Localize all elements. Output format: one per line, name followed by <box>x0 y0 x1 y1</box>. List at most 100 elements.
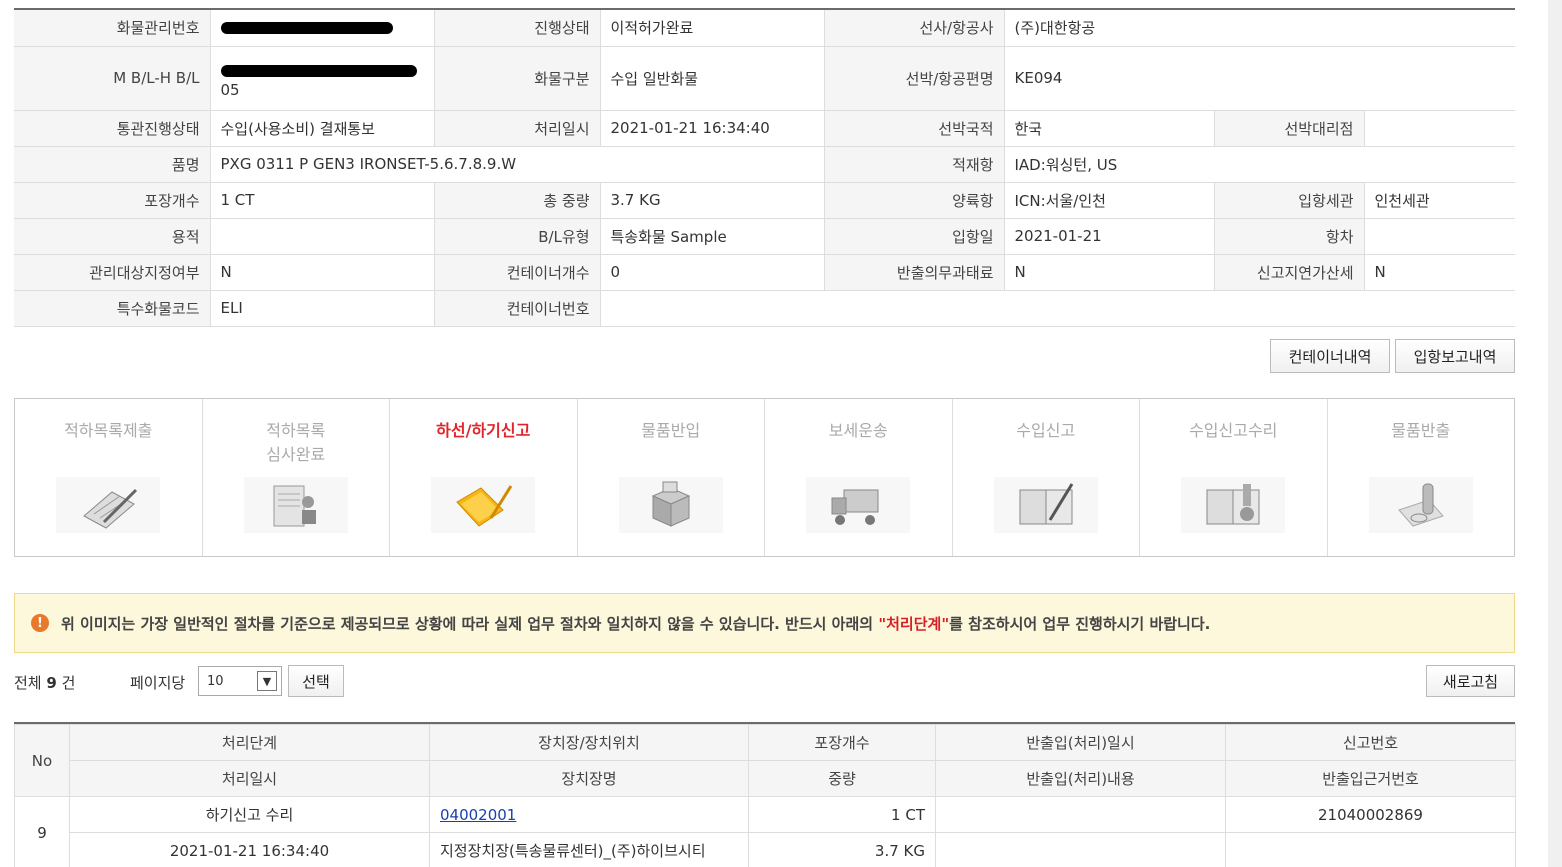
folder-pen-icon <box>431 477 536 533</box>
row-weight: 3.7 KG <box>748 832 936 867</box>
header-proc-time: 처리일시 <box>69 760 430 797</box>
vessel-value: KE094 <box>1004 46 1516 111</box>
document-stamp-icon <box>243 477 348 533</box>
weight-label: 총 중량 <box>434 182 601 219</box>
book-pen-icon <box>993 477 1098 533</box>
container-count-label: 컨테이너개수 <box>434 254 601 291</box>
redacted-mark <box>220 64 417 77</box>
loading-port-value: IAD:워싱턴, US <box>1004 146 1516 183</box>
row-step: 하기신고 수리 <box>69 796 430 833</box>
special-code-label: 특수화물코드 <box>14 290 211 327</box>
right-gutter <box>1514 0 1548 867</box>
stamp-icon <box>1368 477 1473 533</box>
mbl-label: M B/L-H B/L <box>14 46 211 111</box>
step-import-acceptance: 수입신고수리 <box>1140 399 1328 556</box>
arrival-report-button[interactable]: 입항보고내역 <box>1395 339 1515 373</box>
book-stamp-icon <box>1181 477 1286 533</box>
step-unloading-report: 하선/하기신고 <box>390 399 578 556</box>
processing-history-table: No 처리단계 장치장/장치위치 포장개수 반출입(처리)일시 신고번호 처리일… <box>14 722 1516 867</box>
step-goods-inbound: 물품반입 <box>578 399 765 556</box>
unloading-port-value: ICN:서울/인천 <box>1004 182 1215 219</box>
volume-label: 용적 <box>14 218 211 255</box>
special-code-value: ELI <box>210 290 435 327</box>
header-report-no: 신고번호 <box>1225 724 1516 761</box>
row-report-no: 21040002869 <box>1225 796 1516 833</box>
header-inout-content: 반출입(처리)내용 <box>935 760 1226 797</box>
table-row: 9 하기신고 수리 04002001 1 CT 21040002869 <box>14 796 1516 867</box>
container-count-value: 0 <box>600 254 825 291</box>
redacted-mark <box>220 22 393 35</box>
clipboard-pen-icon <box>56 477 161 533</box>
scrollbar[interactable] <box>1548 0 1562 867</box>
notice-text: 위 이미지는 가장 일반적인 절차를 기준으로 제공되므로 상황에 따라 실제 … <box>61 614 1211 633</box>
vessel-label: 선박/항공편명 <box>824 46 1005 111</box>
container-history-button[interactable]: 컨테이너내역 <box>1270 339 1390 373</box>
cargo-type-label: 화물구분 <box>434 46 601 111</box>
row-basis-no <box>1225 832 1516 867</box>
header-step: 처리단계 <box>69 724 430 761</box>
progress-value: 이적허가완료 <box>600 10 825 47</box>
procedure-notice: ! 위 이미지는 가장 일반적인 절차를 기준으로 제공되므로 상황에 따라 실… <box>14 593 1515 653</box>
refresh-button[interactable]: 새로고침 <box>1426 665 1515 697</box>
loading-port-label: 적재항 <box>824 146 1005 183</box>
step-label: 수입신고수리 <box>1189 421 1278 440</box>
step-goods-release: 물품반출 <box>1328 399 1515 556</box>
row-proc-time: 2021-01-21 16:34:40 <box>69 832 430 867</box>
customs-value: 인천세관 <box>1364 182 1516 219</box>
unloading-port-label: 양륙항 <box>824 182 1005 219</box>
header-location-name: 장치장명 <box>429 760 749 797</box>
container-no-value <box>600 290 1516 327</box>
bl-type-value: 특송화물 Sample <box>600 218 825 255</box>
agent-value <box>1364 110 1516 147</box>
total-count: 전체 9 건 <box>14 674 76 692</box>
row-location-name: 지정장치장(특송물류센터)_(주)하이브시티 <box>429 832 749 867</box>
chevron-down-icon[interactable]: ▼ <box>257 671 277 691</box>
step-manifest-review: 적하목록 심사완료 <box>203 399 390 556</box>
item-value: PXG 0311 P GEN3 IRONSET-5.6.7.8.9.W <box>210 146 825 183</box>
row-inout-content <box>935 832 1226 867</box>
delay-tax-value: N <box>1364 254 1516 291</box>
step-label: 물품반입 <box>641 421 701 440</box>
release-fine-value: N <box>1004 254 1215 291</box>
table-row: 2021-01-21 16:34:40 지정장치장(특송물류센터)_(주)하이브… <box>15 832 1516 867</box>
header-pkg: 포장개수 <box>748 724 936 761</box>
location-code-link[interactable]: 04002001 <box>440 806 516 824</box>
header-no: No <box>14 724 70 797</box>
release-fine-label: 반출의무과태료 <box>824 254 1005 291</box>
step-import-declaration: 수입신고 <box>953 399 1140 556</box>
per-page-select[interactable]: 10 ▼ <box>198 666 282 696</box>
row-location-code: 04002001 <box>429 796 749 833</box>
boxes-icon <box>618 477 723 533</box>
pkg-label: 포장개수 <box>14 182 211 219</box>
volume-value <box>210 218 435 255</box>
step-label: 물품반출 <box>1391 421 1451 440</box>
carrier-label: 선사/항공사 <box>824 10 1005 47</box>
step-label: 적하목록 심사완료 <box>266 421 326 464</box>
header-basis-no: 반출입근거번호 <box>1225 760 1516 797</box>
row-inout-time <box>935 796 1226 833</box>
cargo-no-value <box>210 10 435 47</box>
carrier-value: (주)대한항공 <box>1004 10 1516 47</box>
step-label: 보세운송 <box>828 421 888 440</box>
row-pkg: 1 CT <box>748 796 936 833</box>
step-bonded-transport: 보세운송 <box>765 399 953 556</box>
step-label: 하선/하기신고 <box>436 421 531 440</box>
customs-label: 입항세관 <box>1214 182 1365 219</box>
mbl-value: 05 <box>210 46 435 111</box>
weight-value: 3.7 KG <box>600 182 825 219</box>
step-manifest-submit: 적하목록제출 <box>15 399 203 556</box>
managed-label: 관리대상지정여부 <box>14 254 211 291</box>
arrival-value: 2021-01-21 <box>1004 218 1215 255</box>
header-inout-time: 반출입(처리)일시 <box>935 724 1226 761</box>
proc-time-value: 2021-01-21 16:34:40 <box>600 110 825 147</box>
select-button[interactable]: 선택 <box>288 665 344 697</box>
per-page-label: 페이지당 <box>130 674 186 692</box>
cargo-type-value: 수입 일반화물 <box>600 46 825 111</box>
cargo-info-table: 화물관리번호 진행상태 이적허가완료 선사/항공사 (주)대한항공 M B/L-… <box>14 8 1516 327</box>
step-label: 적하목록제출 <box>64 421 153 440</box>
delay-tax-label: 신고지연가산세 <box>1214 254 1365 291</box>
step-label: 수입신고 <box>1016 421 1076 440</box>
row-no: 9 <box>14 796 70 867</box>
warning-icon: ! <box>31 614 49 632</box>
nationality-label: 선박국적 <box>824 110 1005 147</box>
